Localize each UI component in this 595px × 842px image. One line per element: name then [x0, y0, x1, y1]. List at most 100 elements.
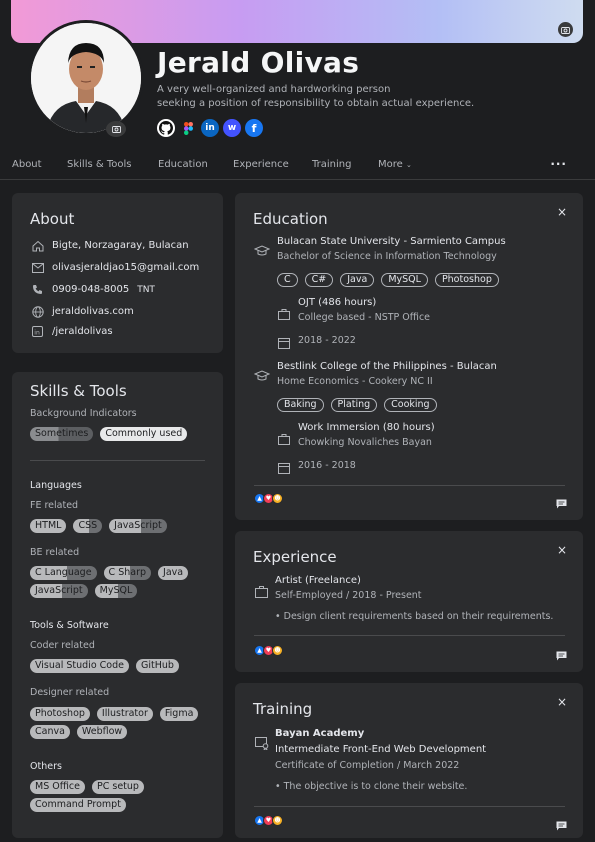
more-options-icon[interactable]: ... — [550, 154, 567, 168]
chip-vscode: Visual Studio Code — [30, 659, 129, 673]
experience-title: Experience — [253, 548, 337, 566]
chip-webflow: Webflow — [76, 725, 128, 739]
experience-role: Artist (Freelance) — [275, 575, 361, 586]
tab-experience[interactable]: Experience — [233, 159, 289, 170]
phone-carrier: TNT — [137, 284, 155, 295]
tag-java: Java — [340, 273, 375, 287]
profile-nav: About Skills & Tools Education Experienc… — [0, 150, 595, 180]
be-related-label: BE related — [30, 547, 80, 558]
experience-detail: Self-Employed / 2018 - Present — [275, 590, 422, 601]
training-bullet: • The objective is to clone their websit… — [275, 781, 468, 792]
tag-baking: Baking — [277, 398, 324, 412]
school-2-name: Bestlink College of the Philippines - Bu… — [277, 361, 497, 372]
globe-icon — [31, 305, 44, 318]
school-1-degree: Bachelor of Science in Information Techn… — [277, 251, 497, 262]
school-2-work-place: Chowking Novaliches Bayan — [298, 437, 432, 448]
chip-ms-office: MS Office — [30, 780, 85, 794]
graduation-cap-icon — [253, 367, 271, 386]
tab-more[interactable]: More ⌄ — [378, 159, 412, 170]
education-divider — [254, 485, 565, 486]
close-icon[interactable]: × — [557, 543, 567, 557]
experience-card: Experience × Artist (Freelance) Self-Emp… — [235, 531, 583, 672]
camera-icon[interactable] — [558, 22, 573, 37]
certificate-icon — [255, 735, 269, 754]
training-divider — [254, 806, 565, 807]
indicator-chips: Sometimes Commonly used — [30, 427, 188, 441]
education-title: Education — [253, 210, 328, 228]
haha-icon: ☻ — [272, 645, 283, 656]
calendar-icon — [278, 334, 290, 353]
chip-javascript-fe: JavaScript — [109, 519, 167, 533]
tab-more-label: More — [378, 159, 403, 170]
close-icon[interactable]: × — [557, 695, 567, 709]
chip-github: GitHub — [135, 659, 179, 673]
chip-pc-setup: PC setup — [91, 780, 144, 794]
tab-about[interactable]: About — [12, 159, 42, 170]
chip-c-sharp: C Sharp — [103, 566, 152, 580]
tools-software-label: Tools & Software — [30, 620, 109, 631]
tag-plating: Plating — [330, 398, 378, 412]
figma-icon[interactable] — [179, 119, 197, 137]
chip-java: Java — [158, 566, 189, 580]
school-2-years: 2016 - 2018 — [298, 460, 356, 471]
languages-label: Languages — [30, 480, 82, 491]
linkedin-link[interactable]: /jeraldolivas — [52, 326, 113, 337]
experience-divider — [254, 635, 565, 636]
chip-css: CSS — [73, 519, 103, 533]
avatar-camera-icon[interactable] — [106, 121, 126, 137]
others-chips: MS Office PC setup Command Prompt — [30, 780, 215, 812]
comment-icon[interactable] — [556, 816, 567, 835]
reactions[interactable]: ▲ ♥ ☻ — [254, 815, 283, 826]
webflow-icon[interactable]: w — [223, 119, 241, 137]
phone-text: 0909-048-8005 — [52, 284, 130, 295]
tab-skills-tools[interactable]: Skills & Tools — [67, 159, 131, 170]
be-chips: C Language C Sharp Java JavaScript MySQL — [30, 566, 215, 598]
facebook-icon[interactable]: f — [245, 119, 263, 137]
svg-text:in: in — [34, 329, 40, 336]
reactions[interactable]: ▲ ♥ ☻ — [254, 493, 283, 504]
profile-photo — [31, 23, 141, 133]
graduation-cap-icon — [253, 242, 271, 261]
phone-row: 0909-048-8005 TNT — [31, 283, 155, 296]
designer-chips: Photoshop Illustrator Figma Canva Webflo… — [30, 707, 220, 739]
chip-illustrator: Illustrator — [96, 707, 153, 721]
close-icon[interactable]: × — [557, 205, 567, 219]
background-indicators-label: Background Indicators — [30, 408, 137, 419]
comment-icon[interactable] — [556, 494, 567, 513]
phone-icon — [31, 283, 44, 296]
email-link[interactable]: olivasjeraldjao15@gmail.com — [52, 262, 199, 273]
email-row: olivasjeraldjao15@gmail.com — [31, 261, 199, 274]
training-course: Intermediate Front-End Web Development — [275, 744, 487, 755]
designer-related-label: Designer related — [30, 687, 110, 698]
training-org: Bayan Academy — [275, 728, 365, 739]
school-1-name: Bulacan State University - Sarmiento Cam… — [277, 236, 506, 247]
social-links: in w f — [157, 119, 263, 137]
address-text: Bigte, Norzagaray, Bulacan — [52, 240, 189, 251]
tag-photoshop: Photoshop — [434, 273, 499, 287]
website-link[interactable]: jeraldolivas.com — [52, 306, 134, 317]
chip-photoshop: Photoshop — [30, 707, 90, 721]
linkedin-row: in /jeraldolivas — [31, 325, 113, 338]
chevron-down-icon: ⌄ — [405, 161, 412, 169]
others-label: Others — [30, 761, 62, 772]
profile-name: Jerald Olivas — [157, 46, 360, 79]
skills-divider — [30, 460, 205, 461]
avatar[interactable] — [28, 20, 144, 136]
calendar-icon — [278, 459, 290, 478]
about-card: About Bigte, Norzagaray, Bulacan olivasj… — [12, 193, 223, 353]
linkedin-small-icon: in — [31, 325, 44, 338]
experience-bullet: • Design client requirements based on th… — [275, 611, 554, 622]
briefcase-icon — [278, 430, 290, 449]
school-2-work-title: Work Immersion (80 hours) — [298, 422, 435, 433]
chip-c-language: C Language — [30, 566, 97, 580]
tagline-line-2: seeking a position of responsibility to … — [157, 98, 475, 109]
comment-icon[interactable] — [556, 646, 567, 665]
chip-command-prompt: Command Prompt — [30, 798, 126, 812]
tab-education[interactable]: Education — [158, 159, 208, 170]
linkedin-icon[interactable]: in — [201, 119, 219, 137]
tab-training[interactable]: Training — [312, 159, 351, 170]
github-icon[interactable] — [157, 119, 175, 137]
tag-c: C — [277, 273, 298, 287]
school-1-work-place: College based - NSTP Office — [298, 312, 431, 323]
reactions[interactable]: ▲ ♥ ☻ — [254, 645, 283, 656]
